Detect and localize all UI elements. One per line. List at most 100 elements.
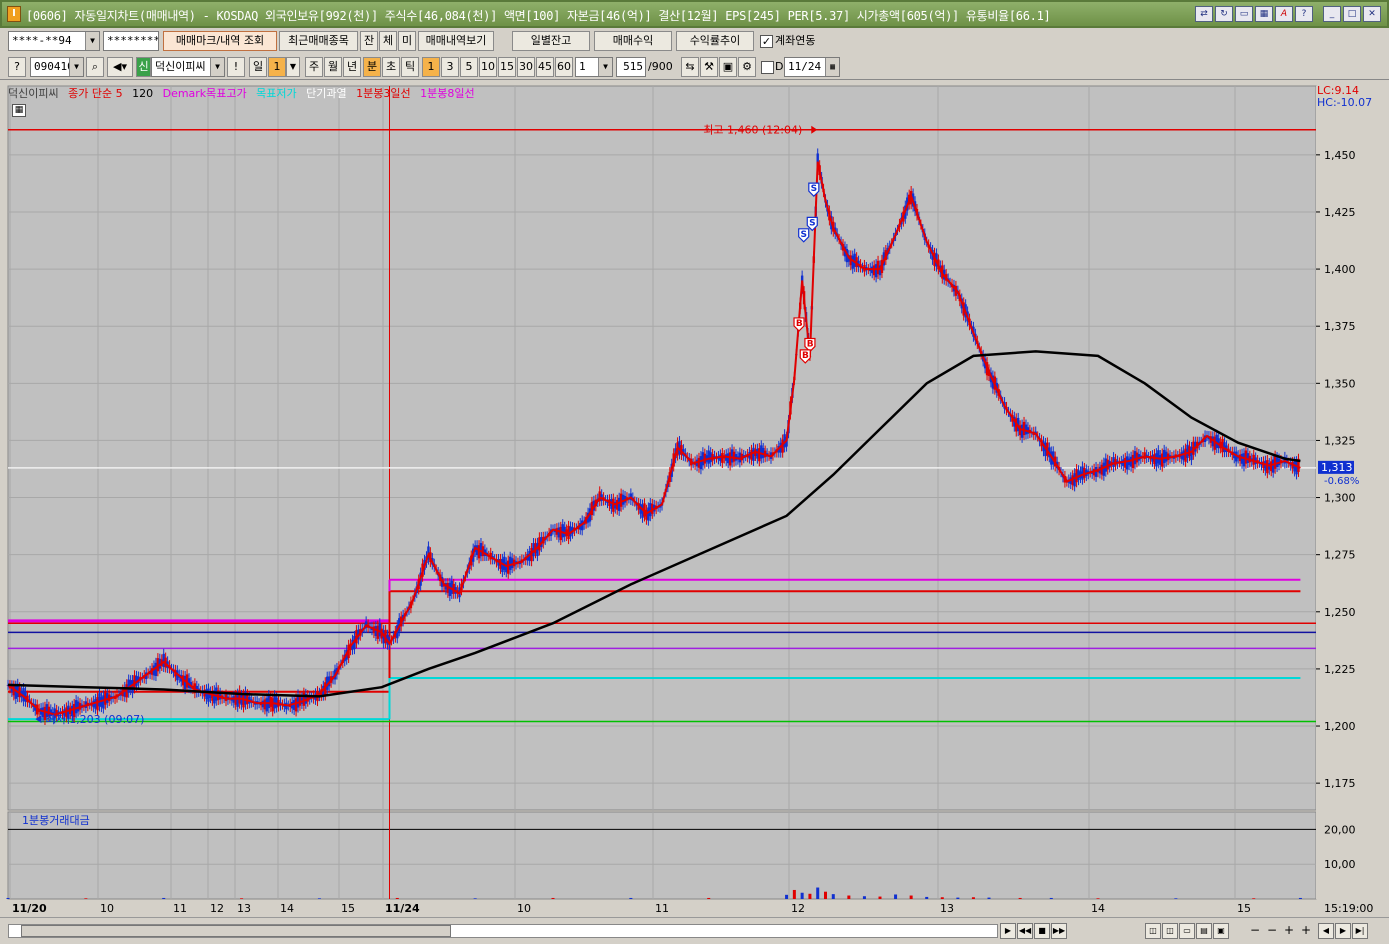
plus-icon-2[interactable]: + <box>1298 923 1314 939</box>
time-tick-label: 15 <box>341 902 355 915</box>
chevron-down-icon[interactable]: ▼ <box>85 32 99 50</box>
unexecuted-button[interactable]: 미 <box>398 31 416 51</box>
interval-1-button[interactable]: 1 <box>422 57 440 77</box>
indicator-icon[interactable]: ⚒ <box>700 57 718 77</box>
scroll-left-icon[interactable]: ◀ <box>1318 923 1334 939</box>
minus-icon[interactable]: − <box>1247 923 1263 939</box>
price-tick-label: 1,375 <box>1324 320 1356 333</box>
stock-name-field[interactable]: 덕신이피씨 ▼ <box>151 57 225 77</box>
alert-button[interactable]: ! <box>227 57 245 77</box>
tick-button[interactable]: 틱 <box>401 57 419 77</box>
window-icon[interactable]: ▣ <box>1213 923 1229 939</box>
chevron-down-icon[interactable]: ▼ <box>210 58 224 76</box>
rewind-icon[interactable]: ◀◀ <box>1017 923 1033 939</box>
interval-10-button[interactable]: 10 <box>479 57 497 77</box>
interval-60-button[interactable]: 60 <box>555 57 573 77</box>
zoom-out-icon[interactable]: ◫ <box>1145 923 1161 939</box>
monitor-icon[interactable]: ▭ <box>1235 6 1253 22</box>
trade-view-button[interactable]: 매매내역보기 <box>418 31 494 51</box>
volume-bar <box>1252 898 1256 899</box>
chart-tool-icon[interactable]: ⇆ <box>681 57 699 77</box>
font-icon[interactable]: A <box>1275 6 1293 22</box>
horizontal-scrollbar[interactable] <box>8 924 998 938</box>
minimize-icon[interactable]: _ <box>1323 6 1341 22</box>
date-input[interactable]: 11/24 ▦ <box>784 57 840 77</box>
period-day-button[interactable]: 일 <box>249 57 267 77</box>
chevron-down-icon[interactable]: ▼ <box>286 57 300 77</box>
price-chart[interactable]: 11/20 10 11 12 13 14 15 11/24 10 11 12 13 14 15 15:19:… <box>0 81 1389 917</box>
calendar-icon[interactable]: ▦ <box>825 58 839 76</box>
volume-bar <box>909 895 913 899</box>
executed-button[interactable]: 체 <box>379 31 397 51</box>
daily-balance-button[interactable]: 일별잔고 <box>512 31 590 51</box>
volume-bar <box>1049 897 1053 899</box>
volume-bar <box>808 893 812 899</box>
return-trend-button[interactable]: 수익률추이 <box>676 31 754 51</box>
scroll-thumb[interactable] <box>21 925 451 937</box>
save-icon[interactable]: ▣ <box>719 57 737 77</box>
account-link-checkbox[interactable]: ✓ <box>760 35 773 48</box>
range-input[interactable]: 515 <box>616 57 646 77</box>
interval-45-button[interactable]: 45 <box>536 57 554 77</box>
price-tick-label: 1,300 <box>1324 492 1356 505</box>
d-checkbox[interactable] <box>761 61 774 74</box>
interval-5-button[interactable]: 5 <box>460 57 478 77</box>
scroll-end-icon[interactable]: ▶| <box>1352 923 1368 939</box>
trade-mark-label: B <box>796 319 803 329</box>
volume-tick-label: 10,00 <box>1324 858 1356 871</box>
stock-code-input[interactable]: 090410 ▼ <box>30 57 84 77</box>
stop-icon[interactable]: ■ <box>1034 923 1050 939</box>
mark-query-button[interactable]: 매매마크/내역 조회 <box>163 31 277 51</box>
time-tick-label: 11/20 <box>12 902 47 915</box>
grid-settings-icon[interactable]: ▦ <box>12 104 26 117</box>
page-icon[interactable]: ▤ <box>1196 923 1212 939</box>
play-icon[interactable]: ▶ <box>1000 923 1016 939</box>
password-field[interactable]: ********* <box>103 31 159 51</box>
time-tick-label: 15 <box>1237 902 1251 915</box>
volume-bar <box>862 896 866 899</box>
balance-button[interactable]: 잔 <box>360 31 378 51</box>
new-stock-badge: 신 <box>136 57 151 77</box>
chevron-down-icon[interactable]: ▼ <box>69 58 83 76</box>
minus-icon-2[interactable]: − <box>1264 923 1280 939</box>
period-num-value[interactable]: 1 <box>268 57 286 77</box>
count-select[interactable]: 1 ▼ <box>575 57 613 77</box>
minute-button[interactable]: 분 <box>363 57 381 77</box>
week-button[interactable]: 주 <box>305 57 323 77</box>
month-button[interactable]: 월 <box>324 57 342 77</box>
legend-b8: 1분봉8일선 <box>420 87 475 100</box>
help-icon[interactable]: ? <box>8 57 26 77</box>
layout-icon[interactable]: ▭ <box>1179 923 1195 939</box>
stock-name-value: 덕신이피씨 <box>155 60 206 73</box>
volume-pane-title: 1분봉거래대금 <box>22 814 90 827</box>
account-select[interactable]: ****-**94 ▼ <box>8 31 100 51</box>
chevron-down-icon[interactable]: ▼ <box>598 58 612 76</box>
scroll-right-icon[interactable]: ▶ <box>1335 923 1351 939</box>
volume-bar <box>824 891 827 899</box>
legend-ma120: 120 <box>132 87 154 100</box>
recent-trades-button[interactable]: 최근매매종목 <box>279 31 358 51</box>
interval-30-button[interactable]: 30 <box>517 57 535 77</box>
speaker-icon[interactable]: ◀▾ <box>107 57 133 77</box>
maximize-icon[interactable]: □ <box>1343 6 1361 22</box>
grid-icon[interactable]: ▦ <box>1255 6 1273 22</box>
volume-bar <box>816 887 820 899</box>
search-icon[interactable]: ⌕ <box>86 57 104 77</box>
interval-3-button[interactable]: 3 <box>441 57 459 77</box>
close-icon[interactable]: ✕ <box>1363 6 1381 22</box>
time-tick-label: 13 <box>940 902 954 915</box>
fast-forward-icon[interactable]: ▶▶ <box>1051 923 1067 939</box>
help-icon[interactable]: ? <box>1295 6 1313 22</box>
interval-15-button[interactable]: 15 <box>498 57 516 77</box>
low-annotation: 최저 1,203 (09:07) <box>45 713 144 726</box>
settings-icon[interactable]: ⚙ <box>738 57 756 77</box>
plus-icon[interactable]: + <box>1281 923 1297 939</box>
trade-profit-button[interactable]: 매매수익 <box>594 31 672 51</box>
refresh-icon[interactable]: ↻ <box>1215 6 1233 22</box>
volume-bar <box>1018 897 1022 899</box>
link-icon[interactable]: ⇄ <box>1195 6 1213 22</box>
second-button[interactable]: 초 <box>382 57 400 77</box>
zoom-in-icon[interactable]: ◫ <box>1162 923 1178 939</box>
year-button[interactable]: 년 <box>343 57 361 77</box>
volume-bar <box>707 897 711 899</box>
